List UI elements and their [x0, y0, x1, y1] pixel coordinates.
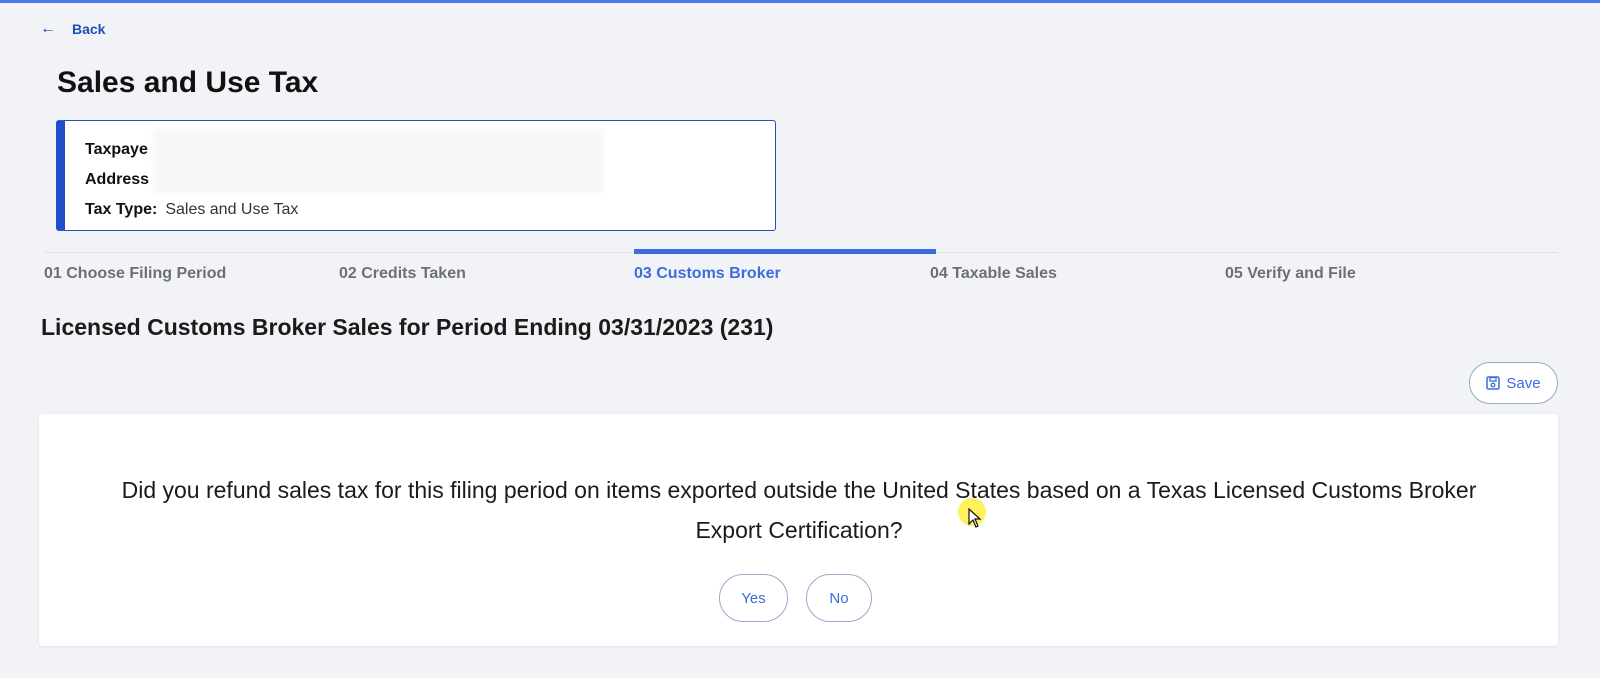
step-taxable-sales[interactable]: 04 Taxable Sales	[930, 253, 1057, 293]
page-title: Sales and Use Tax	[57, 66, 319, 99]
no-button[interactable]: No	[806, 574, 872, 622]
step-customs-broker[interactable]: 03 Customs Broker	[634, 249, 936, 293]
floppy-disk-icon	[1486, 376, 1501, 390]
taxpayer-label: Taxpaye	[85, 141, 148, 158]
progress-steps: 01 Choose Filing Period 02 Credits Taken…	[44, 249, 1558, 293]
save-label: Save	[1506, 374, 1541, 392]
info-row-tax-type: Tax Type: Sales and Use Tax	[85, 195, 775, 225]
question-panel: Did you refund sales tax for this filing…	[39, 414, 1558, 646]
mouse-pointer-icon	[968, 508, 982, 528]
tax-type-label: Tax Type:	[85, 201, 158, 218]
tax-type-value: Sales and Use Tax	[165, 201, 299, 218]
section-title: Licensed Customs Broker Sales for Period…	[41, 314, 774, 340]
step-credits-taken[interactable]: 02 Credits Taken	[339, 253, 466, 293]
step-choose-filing-period[interactable]: 01 Choose Filing Period	[44, 253, 226, 293]
address-label: Address	[85, 171, 150, 188]
back-label: Back	[72, 21, 106, 37]
taxpayer-info-card: Taxpaye Address Tax Type: Sales and Use …	[56, 120, 776, 231]
arrow-left-icon: ←	[40, 20, 56, 37]
question-text: Did you refund sales tax for this filing…	[121, 477, 1477, 543]
yes-button[interactable]: Yes	[719, 574, 788, 622]
save-button[interactable]: Save	[1469, 362, 1558, 404]
top-accent-line	[0, 0, 1600, 3]
step-verify-and-file[interactable]: 05 Verify and File	[1225, 253, 1356, 293]
redaction-blur	[153, 129, 603, 193]
back-link[interactable]: ← Back	[40, 19, 105, 39]
